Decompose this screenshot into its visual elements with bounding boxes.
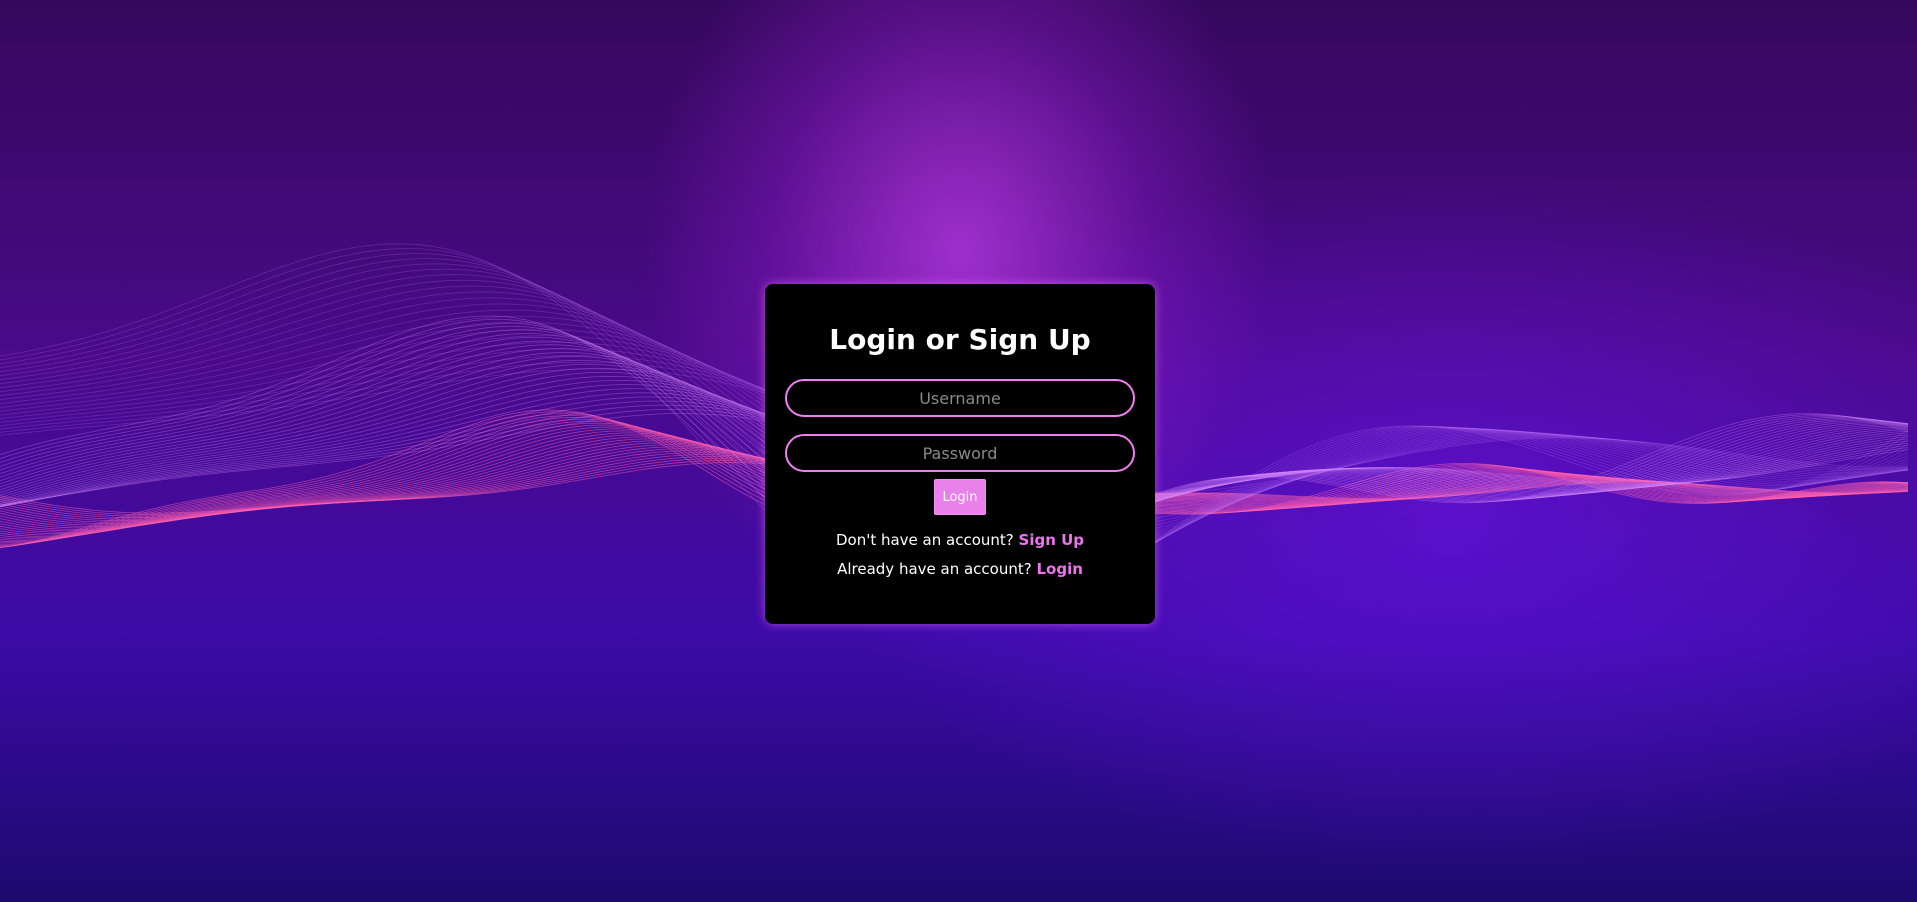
login-link[interactable]: Login [1036,560,1082,578]
signup-prompt-text: Don't have an account? [835,531,1019,549]
signup-link[interactable]: Sign Up [1019,531,1085,549]
password-input[interactable] [785,434,1135,472]
login-card: Login or Sign Up Login Don't have an acc… [765,284,1155,624]
username-input[interactable] [785,379,1135,417]
login-button[interactable]: Login [934,479,986,515]
login-prompt-line: Already have an account? Login [765,560,1155,578]
signup-prompt-line: Don't have an account? Sign Up [765,531,1155,549]
login-prompt-text: Already have an account? [837,560,1037,578]
card-title: Login or Sign Up [829,323,1091,356]
